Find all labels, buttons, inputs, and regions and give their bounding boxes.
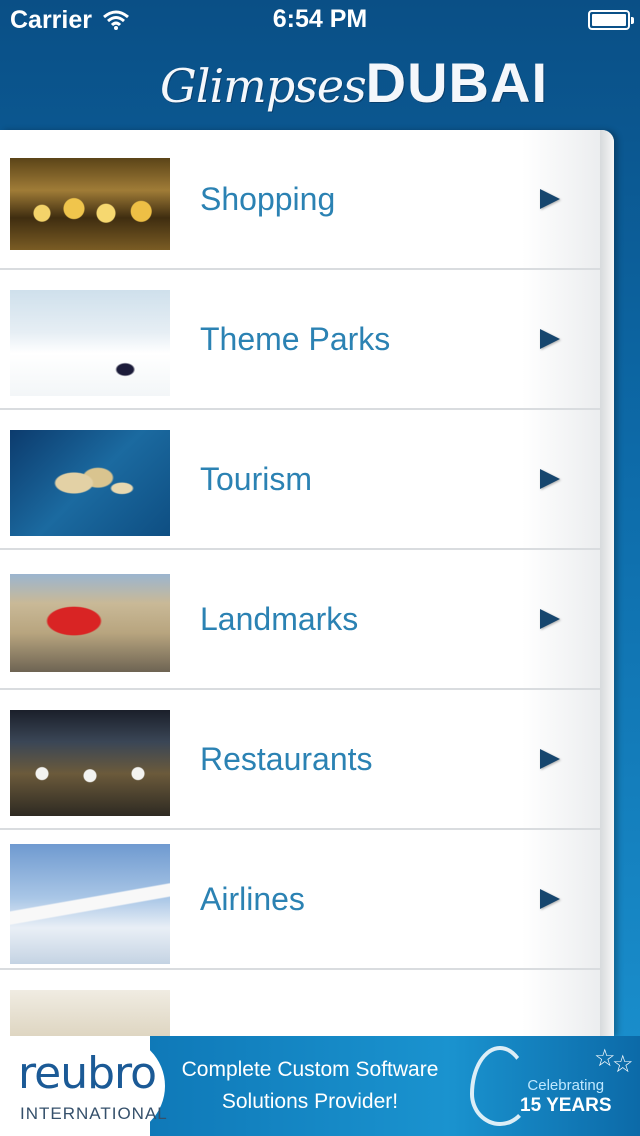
ad-banner[interactable]: reubro INTERNATIONAL Complete Custom Sof… [0, 1036, 640, 1136]
ad-line2: Solutions Provider! [221, 1090, 399, 1113]
ad-line1: Complete Custom Software [181, 1058, 439, 1081]
menu-panel: Shopping Theme Parks Tourism Landmarks R… [0, 130, 614, 1036]
menu-item-label: Landmarks [200, 600, 359, 637]
menu-item-restaurants[interactable]: Restaurants [0, 690, 600, 830]
logo-script-text: Glimpses [160, 59, 367, 113]
restaurants-thumbnail [10, 710, 170, 816]
chevron-right-icon [540, 329, 560, 349]
logo-bold-text: DUBAI [365, 51, 548, 114]
menu-item-landmarks[interactable]: Landmarks [0, 550, 600, 690]
app-screen: Carrier 6:54 PM Glimpses DUBAI Shopping [0, 0, 640, 1136]
ad-logo: reubro INTERNATIONAL [0, 1036, 168, 1136]
ad-anniversary-badge: Celebrating 15 YEARS [520, 1076, 612, 1116]
chevron-right-icon [540, 469, 560, 489]
menu-item-theme-parks[interactable]: Theme Parks [0, 270, 600, 410]
ad-tagline: Complete Custom Software Solutions Provi… [180, 1054, 440, 1118]
app-logo: Glimpses DUBAI [160, 50, 548, 115]
theme-parks-thumbnail [10, 290, 170, 396]
ad-brand: reubro [18, 1048, 157, 1099]
chevron-right-icon [540, 749, 560, 769]
menu-item-airlines[interactable]: Airlines [0, 830, 600, 970]
menu-item-label: Tourism [200, 460, 313, 497]
menu-item-label: Airlines [200, 880, 305, 917]
app-header: Glimpses DUBAI [0, 40, 640, 130]
ad-brand-sub: INTERNATIONAL [20, 1104, 168, 1123]
airlines-thumbnail [10, 844, 170, 964]
menu-item-shopping[interactable]: Shopping [0, 130, 600, 270]
status-bar: Carrier 6:54 PM [0, 0, 640, 40]
menu-item-tourism[interactable]: Tourism [0, 410, 600, 550]
chevron-right-icon [540, 609, 560, 629]
menu-item-label: Theme Parks [200, 320, 391, 357]
tourism-thumbnail [10, 430, 170, 536]
partial-thumbnail [10, 990, 170, 1036]
chevron-right-icon [540, 189, 560, 209]
battery-level [592, 14, 626, 26]
menu-item-label: Shopping [200, 180, 336, 217]
battery-icon [588, 10, 634, 30]
landmarks-thumbnail [10, 574, 170, 672]
panel-edge [600, 130, 614, 1036]
menu-item-partial[interactable] [0, 970, 600, 1036]
ad-badge-top: Celebrating [527, 1077, 605, 1094]
shopping-thumbnail [10, 158, 170, 250]
star-icon: ☆ [612, 1051, 634, 1078]
menu-item-label: Restaurants [200, 740, 373, 777]
chevron-right-icon [540, 889, 560, 909]
status-time: 6:54 PM [272, 5, 368, 33]
ad-badge-bottom: 15 YEARS [520, 1095, 612, 1116]
